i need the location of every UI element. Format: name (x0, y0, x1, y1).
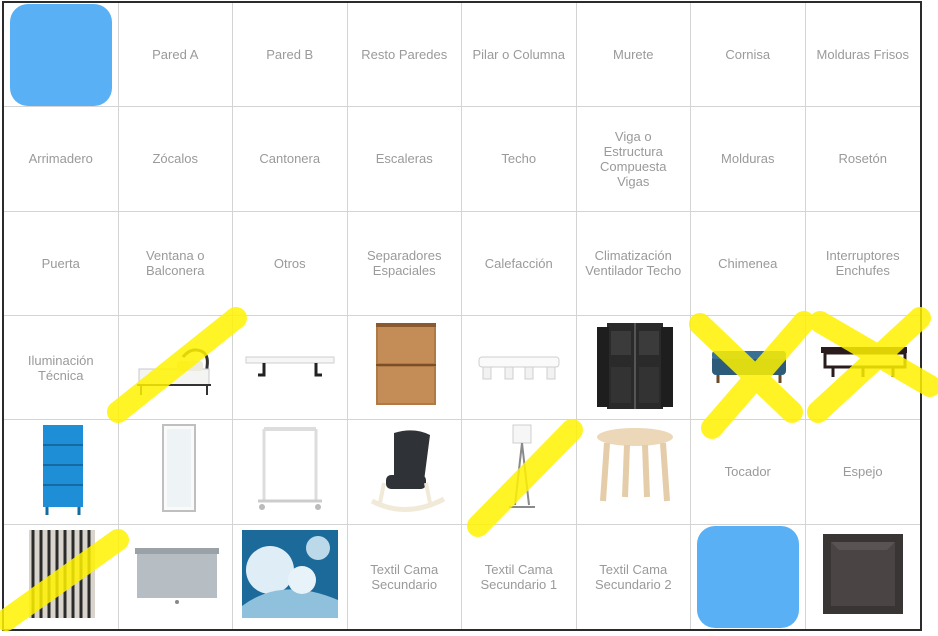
storage-bench-icon (698, 317, 798, 418)
tile-label: Pared B (266, 47, 314, 63)
text-tile[interactable]: Climatización Ventilador Techo (576, 211, 691, 316)
item-board: Pared A Pared B Resto Paredes Pilar o Colum… (2, 1, 922, 631)
text-tile[interactable]: Pared A (118, 3, 233, 108)
tile-label: Textil Cama Secundario (370, 561, 439, 592)
text-tile[interactable]: Rosetón (805, 107, 920, 212)
blank-tile[interactable] (691, 524, 806, 629)
bed-icon (125, 317, 225, 418)
text-tile[interactable]: Techo (462, 107, 577, 212)
text-tile[interactable]: Escaleras (347, 107, 462, 212)
text-tile[interactable]: Resto Paredes (347, 3, 462, 108)
tile-label: Textil Cama Secundario 1 (480, 561, 558, 592)
image-tile[interactable] (805, 316, 920, 421)
text-tile[interactable]: Molduras (691, 107, 806, 212)
text-tile[interactable]: Separadores Espaciales (347, 211, 462, 316)
text-tile[interactable]: Arrimadero (4, 107, 119, 212)
tile-label: Murete (613, 47, 654, 63)
tile-label: Calefacción (484, 255, 553, 271)
tile-label: Ventana o Balconera (145, 248, 205, 279)
text-tile[interactable]: Cornisa (691, 3, 806, 108)
image-tile[interactable] (233, 420, 348, 525)
tile-label: Techo (501, 151, 537, 167)
tile-label: Pilar o Columna (472, 47, 566, 63)
tile-label: Pared A (152, 47, 199, 63)
nightstand-icon (354, 317, 454, 418)
floor-lamp-icon (469, 421, 569, 522)
tile-label: Interruptores Enchufes (825, 248, 900, 279)
low-bench-icon (469, 317, 569, 418)
image-tile[interactable] (691, 316, 806, 421)
tile-label: Otros (273, 255, 306, 271)
tile-label: Climatización Ventilador Techo (585, 248, 682, 279)
text-tile[interactable]: Puerta (4, 211, 119, 316)
floor-mirror-icon (125, 421, 225, 522)
rocking-chair-icon (354, 421, 454, 522)
tile-label: Separadores Espaciales (367, 248, 442, 279)
stool-icon (583, 421, 683, 522)
image-tile[interactable] (119, 524, 233, 629)
tile-label: Espejo (842, 464, 883, 480)
tile-label: Zócalos (152, 151, 199, 167)
tile-label: Iluminación Técnica (27, 352, 94, 383)
text-tile[interactable]: Pared B (233, 3, 348, 108)
selected-tile[interactable] (4, 3, 119, 108)
tile-label: Puerta (41, 255, 80, 271)
image-tile[interactable] (576, 420, 691, 525)
wardrobe-icon (583, 317, 683, 418)
image-tile[interactable] (806, 525, 921, 629)
image-tile[interactable] (347, 316, 462, 421)
tile-label: Escaleras (375, 151, 433, 167)
roller-blind-icon (125, 526, 225, 627)
item-grid: Pared A Pared B Resto Paredes Pilar o Colum… (4, 3, 920, 629)
striped-rug-icon (11, 526, 111, 627)
image-tile[interactable] (347, 420, 462, 525)
wall-shelf-icon (240, 317, 340, 418)
image-tile[interactable] (462, 316, 577, 421)
cube-shelf-icon (813, 526, 913, 627)
text-tile[interactable]: Ventana o Balconera (118, 211, 233, 316)
text-tile[interactable]: Textil Cama Secundario 2 (577, 524, 691, 629)
tile-label: Cornisa (725, 47, 771, 63)
text-tile[interactable]: Tocador (691, 420, 806, 525)
text-tile[interactable]: Zócalos (118, 107, 233, 212)
clothes-rack-icon (240, 421, 340, 522)
tile-label: Cantonera (259, 151, 321, 167)
drawer-cabinet-icon (11, 421, 111, 522)
text-tile[interactable]: Viga o Estructura Compuesta Vigas (576, 107, 691, 212)
image-tile[interactable] (4, 420, 119, 525)
tile-label: Viga o Estructura Compuesta Vigas (600, 128, 667, 189)
tile-label: Textil Cama Secundario 2 (594, 561, 672, 592)
tile-label: Chimenea (718, 255, 778, 271)
image-tile[interactable] (233, 524, 348, 629)
tile-label: Molduras Frisos (816, 47, 909, 63)
text-tile[interactable]: Murete (576, 3, 691, 108)
text-tile[interactable]: Textil Cama Secundario (348, 524, 462, 629)
tile-label: Tocador (724, 464, 771, 480)
text-tile[interactable]: Chimenea (691, 211, 806, 316)
text-tile[interactable]: Molduras Frisos (805, 3, 920, 108)
text-tile[interactable]: Calefacción (462, 211, 577, 316)
duvet-cover-icon (240, 526, 340, 627)
image-tile[interactable] (233, 316, 348, 421)
image-tile[interactable] (462, 420, 577, 525)
text-tile[interactable]: Pilar o Columna (462, 3, 577, 108)
text-tile[interactable]: Espejo (805, 420, 920, 525)
tile-label: Resto Paredes (361, 47, 448, 63)
coat-rack-shelf-icon (813, 317, 913, 418)
text-tile[interactable]: Cantonera (233, 107, 348, 212)
text-tile[interactable]: Interruptores Enchufes (805, 212, 920, 316)
tile-label: Rosetón (838, 151, 887, 167)
image-tile[interactable] (118, 316, 233, 421)
image-tile[interactable] (118, 420, 233, 525)
text-tile[interactable]: Textil Cama Secundario 1 (462, 524, 577, 629)
blue-square (9, 3, 112, 106)
image-tile[interactable] (576, 316, 691, 421)
tile-label: Arrimadero (28, 151, 93, 167)
text-tile[interactable]: Otros (233, 211, 348, 316)
tile-label: Molduras (721, 151, 775, 167)
blue-square (696, 525, 799, 628)
text-tile[interactable]: Iluminación Técnica (4, 316, 119, 421)
image-tile[interactable] (4, 524, 119, 629)
